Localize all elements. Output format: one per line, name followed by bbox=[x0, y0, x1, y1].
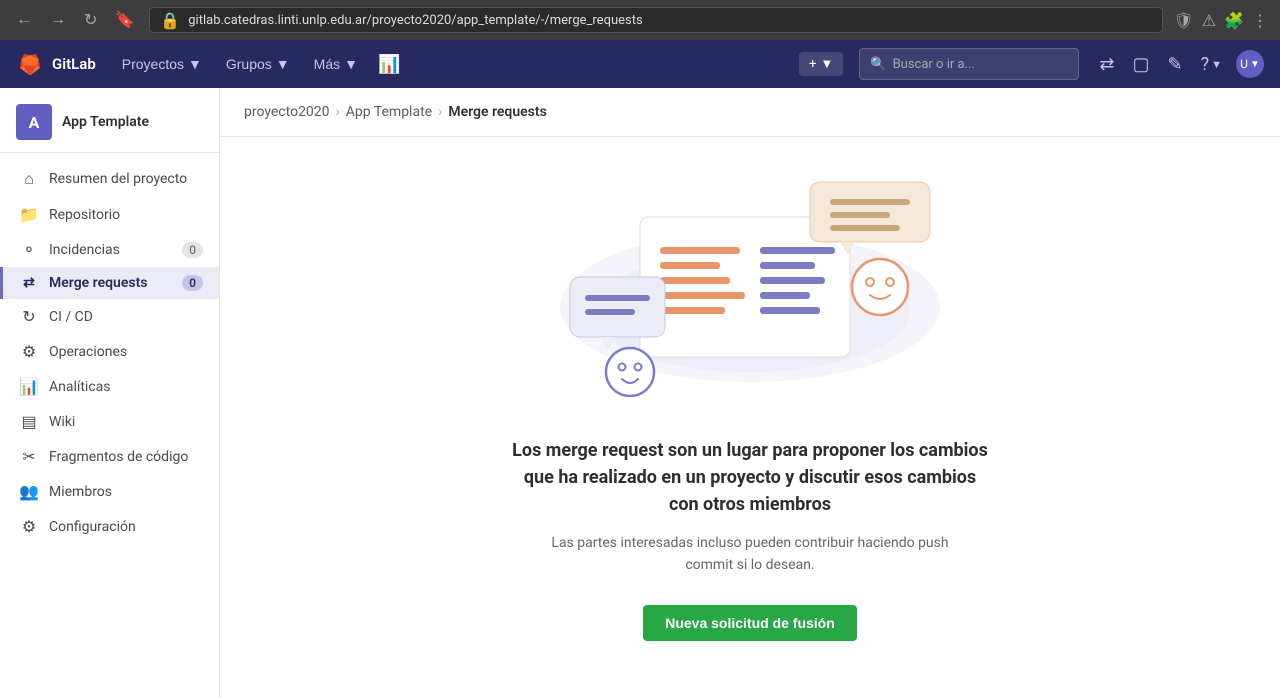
breadcrumb-repo[interactable]: App Template bbox=[346, 104, 432, 120]
sidebar-item-incidencias[interactable]: ⚬ Incidencias 0 bbox=[0, 232, 219, 267]
miembros-label: Miembros bbox=[49, 484, 203, 500]
search-placeholder: Buscar o ir a... bbox=[893, 57, 975, 72]
sidebar-item-repositorio[interactable]: 📁 Repositorio bbox=[0, 197, 219, 232]
incidencias-label: Incidencias bbox=[49, 242, 172, 258]
nav-grupos-label: Grupos bbox=[226, 56, 272, 72]
merge-requests-icon: ⇄ bbox=[19, 275, 39, 291]
merge-requests-illustration bbox=[540, 167, 960, 397]
empty-state-title: Los merge request son un lugar para prop… bbox=[510, 437, 990, 518]
sidebar-item-miembros[interactable]: 👥 Miembros bbox=[0, 474, 219, 509]
project-name[interactable]: App Template bbox=[62, 114, 149, 130]
help-icon: ? bbox=[1201, 54, 1210, 75]
gitlab-logo[interactable]: GitLab bbox=[16, 50, 96, 78]
help-arrow: ▼ bbox=[1211, 58, 1222, 71]
breadcrumb-sep-1: › bbox=[336, 104, 340, 120]
miembros-icon: 👥 bbox=[19, 482, 39, 501]
plus-icon: + bbox=[809, 57, 816, 72]
configuracion-label: Configuración bbox=[49, 519, 203, 535]
nav-proyectos-label: Proyectos bbox=[122, 56, 184, 72]
warning-icon: ⚠ bbox=[1202, 11, 1216, 30]
address-bar[interactable]: 🔒 gitlab.catedras.linti.unlp.edu.ar/proy… bbox=[149, 7, 1163, 33]
wiki-label: Wiki bbox=[49, 414, 203, 430]
main-layout: A App Template ⌂ Resumen del proyecto 📁 … bbox=[0, 88, 1280, 698]
search-icon: 🔍 bbox=[870, 57, 886, 72]
browser-chrome: ← → ↻ 🔖 🔒 gitlab.catedras.linti.unlp.edu… bbox=[0, 0, 1280, 40]
breadcrumb: proyecto2020 › App Template › Merge requ… bbox=[220, 88, 1280, 137]
sidebar-item-wiki[interactable]: ▤ Wiki bbox=[0, 404, 219, 439]
incidencias-badge: 0 bbox=[182, 242, 203, 258]
sidebar-item-configuracion[interactable]: ⚙ Configuración bbox=[0, 509, 219, 544]
avatar-arrow: ▼ bbox=[1250, 59, 1260, 70]
reload-button[interactable]: ↻ bbox=[80, 6, 101, 34]
wiki-icon: ▤ bbox=[19, 412, 39, 431]
resumen-icon: ⌂ bbox=[19, 169, 39, 189]
content-area: proyecto2020 › App Template › Merge requ… bbox=[220, 88, 1280, 698]
forward-button[interactable]: → bbox=[46, 7, 70, 33]
configuracion-icon: ⚙ bbox=[19, 517, 39, 536]
todo-icon[interactable]: ▢ bbox=[1128, 50, 1153, 79]
search-bar[interactable]: 🔍 Buscar o ir a... bbox=[859, 48, 1079, 80]
sidebar-item-cicd[interactable]: ↻ CI / CD bbox=[0, 299, 219, 334]
gitlab-fox-icon bbox=[16, 50, 44, 78]
merge-request-icon[interactable]: ⇄ bbox=[1095, 50, 1118, 79]
sidebar-item-fragmentos[interactable]: ✂ Fragmentos de código bbox=[0, 439, 219, 474]
operaciones-label: Operaciones bbox=[49, 344, 203, 360]
fragmentos-label: Fragmentos de código bbox=[49, 449, 203, 465]
new-button[interactable]: + ▼ bbox=[799, 52, 843, 76]
project-avatar: A bbox=[16, 104, 52, 140]
sidebar-item-resumen[interactable]: ⌂ Resumen del proyecto bbox=[0, 161, 219, 197]
operaciones-icon: ⚙ bbox=[19, 342, 39, 361]
user-initials: U bbox=[1240, 57, 1248, 71]
url-text: gitlab.catedras.linti.unlp.edu.ar/proyec… bbox=[188, 13, 1152, 28]
analiticas-icon: 📊 bbox=[19, 377, 39, 396]
empty-state-description: Las partes interesadas incluso pueden co… bbox=[530, 532, 970, 577]
nav-grupos[interactable]: Grupos ▼ bbox=[216, 50, 300, 78]
activity-icon[interactable]: 📊 bbox=[372, 48, 406, 81]
project-initial: A bbox=[29, 113, 40, 132]
brand-label: GitLab bbox=[52, 55, 96, 73]
navbar-right-icons: ⇄ ▢ ✎ ? ▼ U ▼ bbox=[1095, 50, 1264, 79]
bookmark-button[interactable]: 🔖 bbox=[111, 6, 139, 34]
nav-grupos-arrow: ▼ bbox=[276, 56, 290, 72]
security-icon: 🔒 bbox=[160, 11, 180, 30]
nav-proyectos-arrow: ▼ bbox=[188, 56, 202, 72]
incidencias-icon: ⚬ bbox=[19, 240, 39, 259]
merge-requests-badge: 0 bbox=[182, 275, 203, 291]
resumen-label: Resumen del proyecto bbox=[49, 171, 203, 187]
user-avatar[interactable]: U ▼ bbox=[1236, 50, 1264, 78]
breadcrumb-current: Merge requests bbox=[448, 104, 546, 120]
gitlab-navbar: GitLab Proyectos ▼ Grupos ▼ Más ▼ 📊 + ▼ … bbox=[0, 40, 1280, 88]
repositorio-label: Repositorio bbox=[49, 207, 203, 223]
sidebar-item-merge-requests[interactable]: ⇄ Merge requests 0 bbox=[0, 267, 219, 299]
nav-mas[interactable]: Más ▼ bbox=[304, 50, 368, 78]
edit-icon[interactable]: ✎ bbox=[1164, 50, 1187, 79]
back-button[interactable]: ← bbox=[12, 7, 36, 33]
cicd-label: CI / CD bbox=[49, 309, 203, 325]
nav-mas-arrow: ▼ bbox=[344, 56, 358, 72]
illustration bbox=[540, 167, 960, 407]
sidebar-item-operaciones[interactable]: ⚙ Operaciones bbox=[0, 334, 219, 369]
cicd-icon: ↻ bbox=[19, 307, 39, 326]
sidebar-item-analiticas[interactable]: 📊 Analíticas bbox=[0, 369, 219, 404]
browser-actions: 🛡 ⚠ 🧩 ⋮ bbox=[1173, 11, 1268, 30]
merge-requests-label: Merge requests bbox=[49, 275, 172, 291]
repositorio-icon: 📁 bbox=[19, 205, 39, 224]
nav-proyectos[interactable]: Proyectos ▼ bbox=[112, 50, 212, 78]
sidebar-nav: ⌂ Resumen del proyecto 📁 Repositorio ⚬ I… bbox=[0, 153, 219, 552]
project-header: A App Template bbox=[0, 88, 219, 153]
shield-icon: 🛡 bbox=[1173, 11, 1193, 30]
extensions-icon[interactable]: 🧩 bbox=[1224, 11, 1244, 30]
sidebar: A App Template ⌂ Resumen del proyecto 📁 … bbox=[0, 88, 220, 698]
new-merge-request-button[interactable]: Nueva solicitud de fusión bbox=[643, 605, 857, 641]
menu-icon[interactable]: ⋮ bbox=[1252, 11, 1268, 30]
nav-menu: Proyectos ▼ Grupos ▼ Más ▼ 📊 bbox=[112, 48, 407, 81]
empty-state: Los merge request son un lugar para prop… bbox=[220, 137, 1280, 671]
new-button-arrow: ▼ bbox=[821, 56, 834, 72]
nav-mas-label: Más bbox=[314, 56, 340, 72]
breadcrumb-project[interactable]: proyecto2020 bbox=[244, 104, 330, 120]
fragmentos-icon: ✂ bbox=[19, 447, 39, 466]
help-button[interactable]: ? ▼ bbox=[1197, 50, 1226, 79]
analiticas-label: Analíticas bbox=[49, 379, 203, 395]
breadcrumb-sep-2: › bbox=[438, 104, 442, 120]
